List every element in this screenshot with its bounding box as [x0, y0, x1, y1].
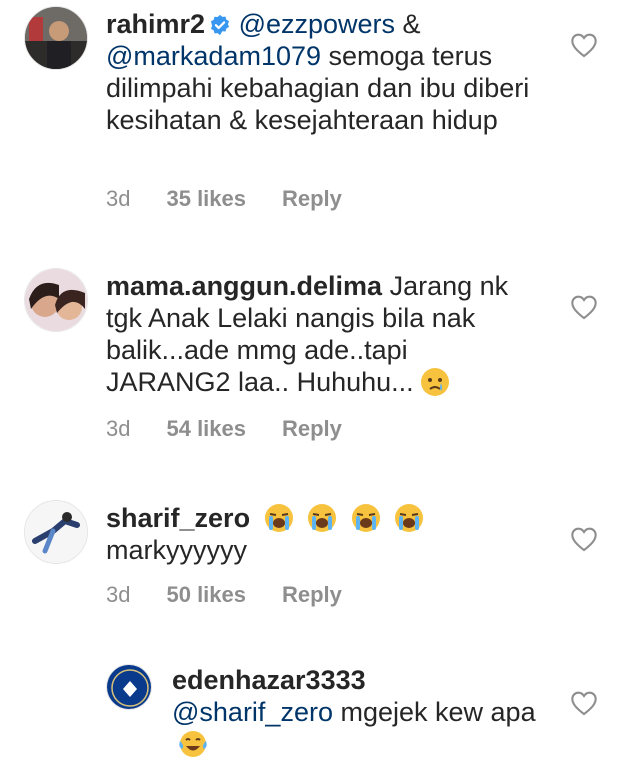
comment-body: mama.anggun.delima Jarang nk tgk Anak Le…: [106, 270, 516, 398]
comment-meta: 3d 35 likes Reply: [106, 186, 378, 212]
reply-button[interactable]: Reply: [282, 416, 342, 441]
crying-face-icon: [420, 368, 449, 396]
like-heart-icon[interactable]: [570, 32, 598, 58]
like-heart-icon[interactable]: [570, 294, 598, 320]
username[interactable]: edenhazar3333: [172, 665, 366, 695]
comment-body: rahimr2 @ezzpowers & @markadam1079 semog…: [106, 8, 546, 136]
likes-count[interactable]: 50 likes: [166, 582, 246, 607]
loudly-crying-face-icon: [308, 504, 337, 532]
username[interactable]: rahimr2: [106, 9, 205, 39]
username[interactable]: mama.anggun.delima: [106, 271, 382, 301]
mention-link[interactable]: @markadam1079: [106, 41, 321, 71]
like-heart-icon[interactable]: [570, 690, 598, 716]
like-heart-icon[interactable]: [570, 526, 598, 552]
loudly-crying-face-icon: [395, 504, 424, 532]
likes-count[interactable]: 54 likes: [166, 416, 246, 441]
mention-link[interactable]: @sharif_zero: [172, 697, 333, 727]
avatar[interactable]: [24, 268, 88, 332]
avatar[interactable]: [106, 664, 152, 710]
tears-of-joy-face-icon: [179, 731, 207, 757]
comment-text: markyyyyyy: [106, 535, 247, 565]
loudly-crying-face-icon: [264, 504, 293, 532]
mention-link[interactable]: @ezzpowers: [239, 9, 395, 39]
comment-body: edenhazar3333 @sharif_zero mgejek kew ap…: [172, 664, 552, 760]
comment-meta: 3d 54 likes Reply: [106, 416, 378, 442]
comment-text: &: [395, 9, 421, 39]
comment-age: 3d: [106, 416, 131, 441]
comment-text: mgejek kew apa: [332, 697, 536, 727]
reply-button[interactable]: Reply: [282, 582, 342, 607]
comment-age: 3d: [106, 186, 131, 211]
verified-badge-icon: [210, 14, 230, 36]
avatar[interactable]: [24, 500, 88, 564]
comment-meta: 3d 50 likes Reply: [106, 582, 378, 608]
avatar[interactable]: [24, 6, 88, 70]
loudly-crying-face-icon: [351, 504, 380, 532]
username[interactable]: sharif_zero: [106, 503, 250, 533]
reply-button[interactable]: Reply: [282, 186, 342, 211]
likes-count[interactable]: 35 likes: [166, 186, 246, 211]
comment-age: 3d: [106, 582, 131, 607]
emoji-group: [258, 503, 425, 533]
comment-body: sharif_zero markyyyyyy: [106, 502, 546, 566]
